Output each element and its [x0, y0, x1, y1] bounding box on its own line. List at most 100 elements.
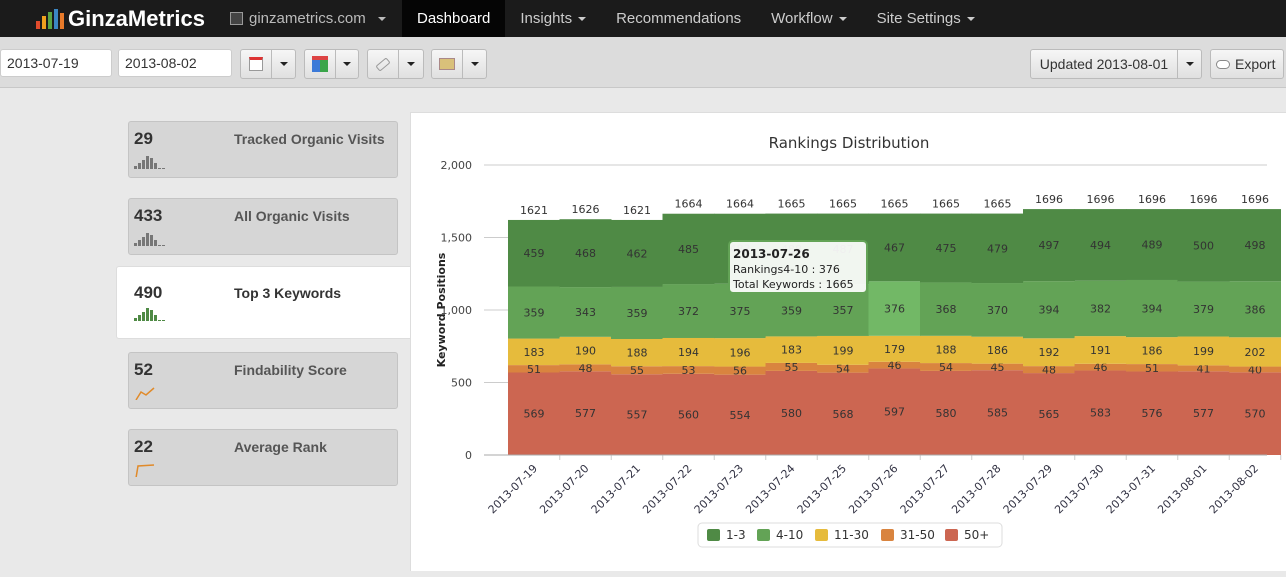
- cloud-icon: [1216, 59, 1230, 69]
- google-dropdown[interactable]: [335, 50, 358, 78]
- metric-card[interactable]: 22 Average Rank: [128, 429, 398, 486]
- metric-value: 22: [134, 437, 153, 456]
- legend-item-50+[interactable]: 50+: [945, 528, 989, 542]
- legend-item-11-30[interactable]: 11-30: [815, 528, 869, 542]
- metric-value: 29: [134, 129, 153, 148]
- site-name: ginzametrics.com: [249, 10, 366, 27]
- tag-button[interactable]: [367, 49, 424, 79]
- updated-dropdown[interactable]: [1177, 50, 1201, 78]
- total-label: 1664: [726, 198, 754, 211]
- x-tick-label: 2013-07-19: [486, 462, 540, 516]
- metric-label: Average Rank: [234, 439, 327, 455]
- data-label: 576: [1142, 407, 1163, 420]
- export-button[interactable]: Export: [1210, 49, 1284, 79]
- total-label: 1696: [1190, 193, 1218, 206]
- nav-recommendations[interactable]: Recommendations: [601, 0, 756, 37]
- x-tick-label: 2013-07-30: [1052, 462, 1106, 516]
- sparkline-line: [135, 387, 155, 400]
- total-label: 1621: [623, 204, 651, 217]
- metric-label: Top 3 Keywords: [234, 285, 342, 301]
- updated-label: Updated 2013-08-01: [1039, 56, 1169, 72]
- legend-item-31-50[interactable]: 31-50: [881, 528, 935, 542]
- chart-panel: Rankings Distribution Keyword Positions 0 5…: [410, 112, 1286, 571]
- data-label: 497: [1039, 239, 1060, 252]
- brand-logo[interactable]: GinzaMetrics: [36, 6, 230, 32]
- legend-item-4-10[interactable]: 4-10: [757, 528, 803, 542]
- site-selector[interactable]: ginzametrics.com: [230, 10, 402, 27]
- data-label: 570: [1245, 408, 1266, 421]
- data-label: 462: [627, 247, 648, 260]
- metric-value: 52: [134, 360, 153, 379]
- rankings-chart: Rankings DistributionKeyword Positions05…: [435, 134, 1282, 548]
- tag-icon: [368, 50, 398, 78]
- chart-tooltip: 2013-07-26 Rankings4-10 : 376 Total Keywor…: [728, 240, 868, 294]
- chevron-down-icon: [578, 17, 587, 22]
- total-label: 1664: [675, 198, 703, 211]
- data-label: 357: [833, 304, 854, 317]
- data-label: 468: [575, 247, 596, 260]
- data-label: 568: [833, 408, 854, 421]
- nav-workflow[interactable]: Workflow: [756, 0, 861, 37]
- x-tick-label: 2013-07-31: [1104, 462, 1158, 516]
- updated-button[interactable]: Updated 2013-08-01: [1030, 49, 1202, 79]
- x-tick-label: 2013-08-01: [1155, 462, 1209, 516]
- x-tick-label: 2013-07-29: [1001, 462, 1055, 516]
- total-label: 1626: [572, 203, 600, 216]
- calendar-button[interactable]: [240, 49, 296, 79]
- sparkline-bars: [134, 307, 165, 321]
- data-label: 485: [678, 243, 699, 256]
- data-label: 467: [884, 241, 905, 254]
- data-label: 190: [575, 345, 596, 358]
- legend-label: 50+: [964, 528, 989, 542]
- nav-insights[interactable]: Insights: [505, 0, 601, 37]
- data-label: 500: [1193, 239, 1214, 252]
- calendar-dropdown[interactable]: [271, 50, 295, 78]
- data-label: 196: [730, 346, 751, 359]
- metric-card[interactable]: 29 Tracked Organic Visits: [128, 121, 398, 178]
- data-label: 199: [833, 344, 854, 357]
- tooltip-title: 2013-07-26: [733, 247, 810, 261]
- brand-name: GinzaMetrics: [68, 5, 205, 31]
- nav-site-settings[interactable]: Site Settings: [862, 0, 990, 37]
- google-button[interactable]: [304, 49, 359, 79]
- data-label: 554: [730, 409, 751, 422]
- money-icon: [432, 50, 462, 78]
- metric-card[interactable]: 490 Top 3 Keywords: [116, 266, 412, 339]
- data-label: 577: [575, 407, 596, 420]
- metric-label: All Organic Visits: [234, 208, 350, 224]
- data-label: 359: [524, 307, 545, 320]
- legend-item-1-3[interactable]: 1-3: [707, 528, 746, 542]
- data-label: 191: [1090, 344, 1111, 357]
- data-label: 577: [1193, 407, 1214, 420]
- data-label: 585: [987, 407, 1008, 420]
- tag-dropdown[interactable]: [398, 50, 423, 78]
- nav-label: Dashboard: [417, 10, 491, 27]
- metric-card[interactable]: 433 All Organic Visits: [128, 198, 398, 255]
- top-navbar: GinzaMetrics ginzametrics.com Dashboard I…: [0, 0, 1286, 37]
- data-label: 557: [627, 409, 648, 422]
- data-label: 188: [936, 343, 957, 356]
- data-label: 192: [1039, 346, 1060, 359]
- data-label: 194: [678, 346, 699, 359]
- money-dropdown[interactable]: [462, 50, 486, 78]
- metric-value: 433: [134, 206, 163, 225]
- total-label: 1696: [1035, 193, 1063, 206]
- total-label: 1665: [829, 198, 857, 211]
- data-label: 560: [678, 408, 699, 421]
- money-button[interactable]: [431, 49, 487, 79]
- end-date-input[interactable]: 2013-08-02: [118, 49, 232, 77]
- y-tick-label: 1,000: [441, 304, 473, 317]
- metric-card[interactable]: 52 Findability Score: [128, 352, 398, 409]
- data-label: 186: [1142, 345, 1163, 358]
- data-label: 394: [1142, 303, 1163, 316]
- data-label: 479: [987, 242, 1008, 255]
- x-tick-label: 2013-07-24: [743, 462, 797, 516]
- data-label: 569: [524, 408, 545, 421]
- x-tick-label: 2013-07-28: [949, 462, 1003, 516]
- nav-dashboard[interactable]: Dashboard: [402, 0, 506, 37]
- export-label: Export: [1235, 56, 1276, 72]
- data-label: 580: [936, 407, 957, 420]
- x-tick-label: 2013-07-27: [898, 462, 952, 516]
- start-date-input[interactable]: 2013-07-19: [0, 49, 112, 77]
- legend-label: 31-50: [900, 528, 935, 542]
